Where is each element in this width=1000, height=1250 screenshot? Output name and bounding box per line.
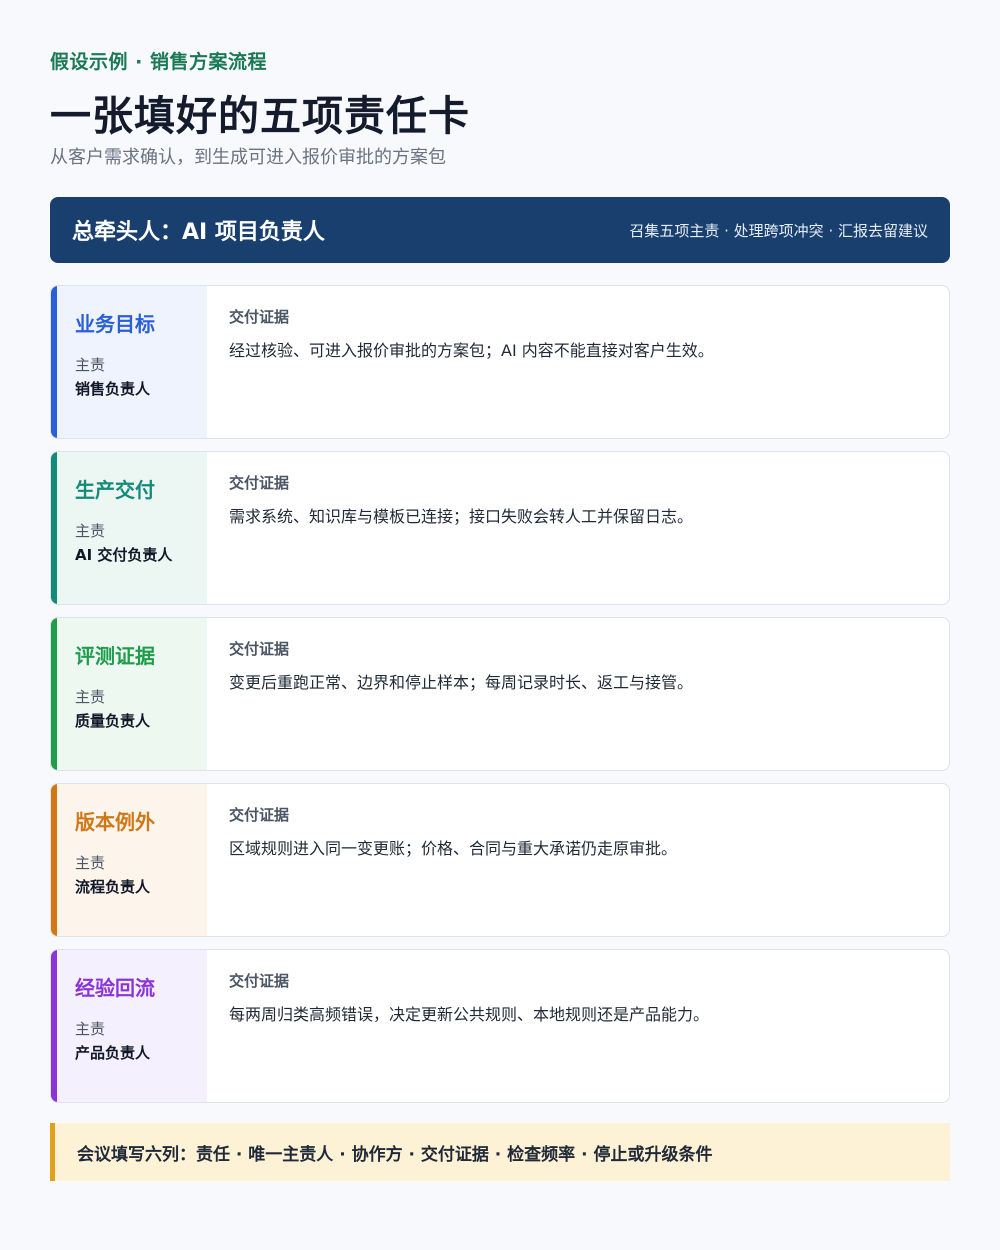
card-owner: 产品负责人 xyxy=(75,1044,151,1062)
card-name: 业务目标 xyxy=(75,312,155,336)
card-evidence: 区域规则进入同一变更账；价格、合同与重大承诺仍走原审批。 xyxy=(229,839,678,858)
card-owner: 流程负责人 xyxy=(75,878,151,896)
card-role-label: 主责 xyxy=(75,1020,106,1038)
card-role-label: 主责 xyxy=(75,854,106,872)
lead-owner-title: 总牵头人：AI 项目负责人 xyxy=(72,220,325,245)
card-owner: AI 交付负责人 xyxy=(75,546,173,564)
card-side: 评测证据 主责 质量负责人 xyxy=(51,618,207,770)
card-body: 交付证据 每两周归类高频错误，决定更新公共规则、本地规则还是产品能力。 xyxy=(207,950,949,1102)
page-title: 一张填好的五项责任卡 xyxy=(50,92,470,140)
card-side: 业务目标 主责 销售负责人 xyxy=(51,286,207,438)
card-side: 经验回流 主责 产品负责人 xyxy=(51,950,207,1102)
card-body: 交付证据 经过核验、可进入报价审批的方案包；AI 内容不能直接对客户生效。 xyxy=(207,286,949,438)
card-role-label: 主责 xyxy=(75,356,106,374)
card-evidence: 每两周归类高频错误，决定更新公共规则、本地规则还是产品能力。 xyxy=(229,1005,710,1024)
card-owner: 销售负责人 xyxy=(75,380,151,398)
card-name: 评测证据 xyxy=(75,644,155,668)
page-subtitle: 从客户需求确认，到生成可进入报价审批的方案包 xyxy=(50,147,446,168)
lead-owner-banner: 总牵头人：AI 项目负责人 召集五项主责 · 处理跨项冲突 · 汇报去留建议 xyxy=(50,197,950,263)
card-owner: 质量负责人 xyxy=(75,712,151,730)
card-evidence: 变更后重跑正常、边界和停止样本；每周记录时长、返工与接管。 xyxy=(229,673,694,692)
card-body: 交付证据 区域规则进入同一变更账；价格、合同与重大承诺仍走原审批。 xyxy=(207,784,949,936)
card-evidence: 经过核验、可进入报价审批的方案包；AI 内容不能直接对客户生效。 xyxy=(229,341,714,360)
card-evidence-label: 交付证据 xyxy=(229,972,290,990)
responsibility-card-production-delivery: 生产交付 主责 AI 交付负责人 交付证据 需求系统、知识库与模板已连接；接口失… xyxy=(50,451,950,605)
card-evidence: 需求系统、知识库与模板已连接；接口失败会转人工并保留日志。 xyxy=(229,507,694,526)
responsibility-card-evaluation-evidence: 评测证据 主责 质量负责人 交付证据 变更后重跑正常、边界和停止样本；每周记录时… xyxy=(50,617,950,771)
lead-owner-duties: 召集五项主责 · 处理跨项冲突 · 汇报去留建议 xyxy=(629,221,928,240)
page-kicker: 假设示例 · 销售方案流程 xyxy=(50,51,267,73)
card-evidence-label: 交付证据 xyxy=(229,474,290,492)
card-role-label: 主责 xyxy=(75,522,106,540)
card-name: 生产交付 xyxy=(75,478,155,502)
card-body: 交付证据 变更后重跑正常、边界和停止样本；每周记录时长、返工与接管。 xyxy=(207,618,949,770)
responsibility-card-experience-feedback: 经验回流 主责 产品负责人 交付证据 每两周归类高频错误，决定更新公共规则、本地… xyxy=(50,949,950,1103)
meeting-columns-note: 会议填写六列：责任 · 唯一主责人 · 协作方 · 交付证据 · 检查频率 · … xyxy=(50,1123,950,1181)
card-evidence-label: 交付证据 xyxy=(229,308,290,326)
card-evidence-label: 交付证据 xyxy=(229,640,290,658)
card-role-label: 主责 xyxy=(75,688,106,706)
card-evidence-label: 交付证据 xyxy=(229,806,290,824)
responsibility-card-business-goal: 业务目标 主责 销售负责人 交付证据 经过核验、可进入报价审批的方案包；AI 内… xyxy=(50,285,950,439)
responsibility-card-version-exceptions: 版本例外 主责 流程负责人 交付证据 区域规则进入同一变更账；价格、合同与重大承… xyxy=(50,783,950,937)
card-body: 交付证据 需求系统、知识库与模板已连接；接口失败会转人工并保留日志。 xyxy=(207,452,949,604)
card-side: 版本例外 主责 流程负责人 xyxy=(51,784,207,936)
page: 假设示例 · 销售方案流程 一张填好的五项责任卡 从客户需求确认，到生成可进入报… xyxy=(0,0,1000,1250)
card-name: 版本例外 xyxy=(75,810,155,834)
card-side: 生产交付 主责 AI 交付负责人 xyxy=(51,452,207,604)
card-name: 经验回流 xyxy=(75,976,155,1000)
